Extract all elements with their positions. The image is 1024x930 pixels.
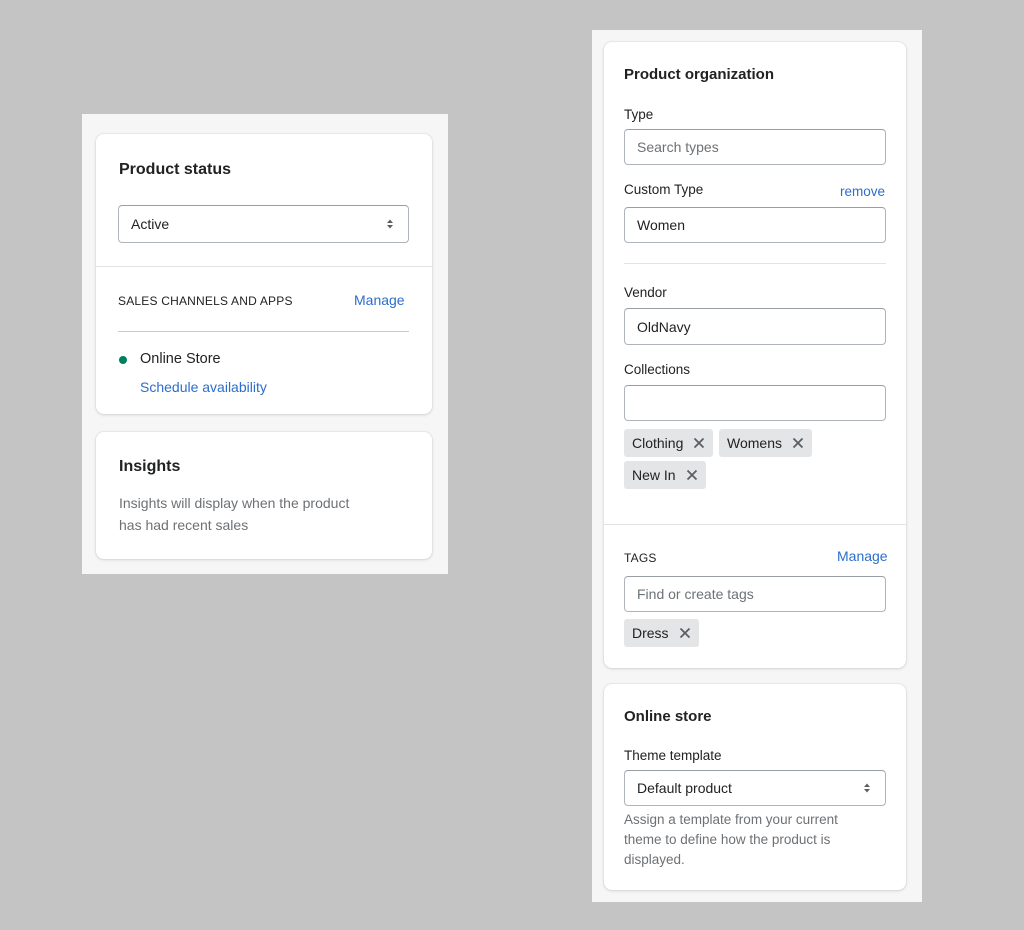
product-status-card: Product status Active SALES CHANNELS AND… <box>96 134 432 414</box>
vendor-label: Vendor <box>624 285 667 300</box>
manage-channels-link[interactable]: Manage <box>354 292 405 308</box>
type-label: Type <box>624 107 654 122</box>
custom-type-label: Custom Type <box>624 182 704 197</box>
tags-heading: TAGS <box>624 551 657 565</box>
manage-tags-link[interactable]: Manage <box>837 548 888 564</box>
organization-divider <box>624 263 886 264</box>
insights-help-line1: Insights will display when the product <box>119 495 350 511</box>
card-section-divider <box>96 266 432 267</box>
theme-template-value: Default product <box>637 780 732 796</box>
tags-section-divider <box>604 524 906 525</box>
type-search-input[interactable]: Search types <box>624 129 886 165</box>
vendor-value: OldNavy <box>637 318 691 335</box>
online-store-card: Online store Theme template Default prod… <box>604 684 906 890</box>
channels-divider <box>118 331 409 332</box>
insights-card: Insights Insights will display when the … <box>96 432 432 559</box>
custom-type-input[interactable]: Women <box>624 207 886 243</box>
collection-tag-label: Womens <box>727 435 782 451</box>
remove-tag-icon[interactable] <box>686 469 698 481</box>
online-store-channel: Online Store <box>140 351 221 367</box>
status-select[interactable]: Active <box>118 205 409 243</box>
sales-channels-heading: SALES CHANNELS AND APPS <box>118 294 293 308</box>
collection-tag-new-in: New In <box>624 461 706 489</box>
custom-type-value: Women <box>637 217 685 233</box>
left-panel: Product status Active SALES CHANNELS AND… <box>82 114 448 574</box>
collection-tag-womens: Womens <box>719 429 812 457</box>
status-select-value: Active <box>131 216 170 232</box>
right-panel: Product organization Type Search types C… <box>592 30 922 902</box>
collection-tag-label: Clothing <box>632 435 684 451</box>
online-store-title: Online store <box>624 708 712 725</box>
product-organization-title: Product organization <box>624 66 774 83</box>
online-store-status-dot <box>119 356 127 364</box>
tags-input[interactable]: Find or create tags <box>624 576 886 612</box>
theme-template-select[interactable]: Default product <box>624 770 886 806</box>
type-search-placeholder: Search types <box>637 139 719 155</box>
product-status-title: Product status <box>119 161 232 178</box>
select-arrows-icon <box>864 783 870 793</box>
remove-tag-icon[interactable] <box>693 437 705 449</box>
theme-template-label: Theme template <box>624 748 722 763</box>
insights-help-line2: has had recent sales <box>119 517 249 533</box>
remove-tag-icon[interactable] <box>792 437 804 449</box>
insights-title: Insights <box>119 458 181 475</box>
collections-label: Collections <box>624 362 691 377</box>
tags-input-placeholder: Find or create tags <box>637 586 754 602</box>
select-arrows-icon <box>387 219 393 229</box>
theme-template-help-line3: displayed. <box>624 852 685 867</box>
vendor-input[interactable]: OldNavy <box>624 308 886 345</box>
collections-input[interactable] <box>624 385 886 421</box>
schedule-availability-link[interactable]: Schedule availability <box>140 379 267 395</box>
tag-label: Dress <box>632 625 669 641</box>
theme-template-help-line1: Assign a template from your current <box>624 812 838 827</box>
product-organization-card: Product organization Type Search types C… <box>604 42 906 668</box>
tag-dress: Dress <box>624 619 699 647</box>
collection-tag-clothing: Clothing <box>624 429 714 457</box>
collection-tag-label: New In <box>632 467 676 483</box>
theme-template-help-line2: theme to define how the product is <box>624 832 831 847</box>
remove-custom-type-link[interactable]: remove <box>840 184 885 199</box>
remove-tag-icon[interactable] <box>679 627 691 639</box>
